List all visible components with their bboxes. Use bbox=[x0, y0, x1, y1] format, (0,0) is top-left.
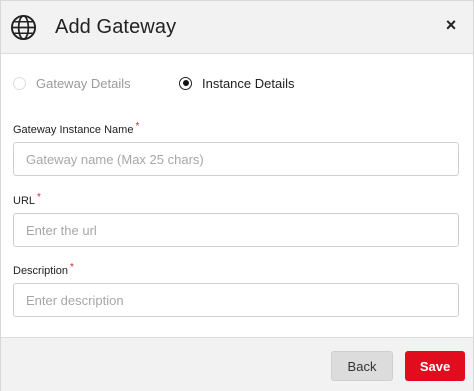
instance-name-label: Gateway Instance Name * bbox=[13, 121, 140, 136]
description-input[interactable] bbox=[13, 283, 459, 317]
required-mark: * bbox=[37, 192, 41, 203]
step-gateway-details-label: Gateway Details bbox=[36, 75, 131, 91]
instance-name-label-text: Gateway Instance Name bbox=[13, 124, 134, 136]
required-mark: * bbox=[70, 262, 74, 273]
description-label-text: Description bbox=[13, 265, 69, 277]
dialog-footer: Back Save bbox=[1, 337, 473, 391]
globe-icon bbox=[10, 14, 37, 41]
description-label: Description * bbox=[13, 262, 74, 277]
step-instance-details[interactable]: Instance Details bbox=[179, 73, 295, 93]
url-label: URL * bbox=[13, 192, 41, 207]
required-mark: * bbox=[135, 121, 140, 132]
add-gateway-dialog: Add Gateway × Gateway Details Instance D… bbox=[0, 0, 474, 391]
step-instance-details-radio[interactable] bbox=[179, 76, 192, 90]
step-gateway-details: Gateway Details bbox=[13, 73, 131, 93]
save-button[interactable]: Save bbox=[405, 351, 465, 381]
step-selector: Gateway Details Instance Details bbox=[13, 73, 453, 93]
url-label-text: URL bbox=[13, 195, 36, 207]
url-input[interactable] bbox=[13, 213, 459, 247]
step-instance-details-label: Instance Details bbox=[202, 75, 295, 91]
dialog-title: Add Gateway bbox=[55, 16, 177, 38]
back-button[interactable]: Back bbox=[331, 351, 393, 381]
close-icon[interactable]: × bbox=[443, 15, 459, 35]
instance-name-input[interactable] bbox=[13, 142, 459, 176]
step-gateway-details-radio bbox=[13, 76, 26, 90]
dialog-header: Add Gateway × bbox=[1, 1, 473, 54]
